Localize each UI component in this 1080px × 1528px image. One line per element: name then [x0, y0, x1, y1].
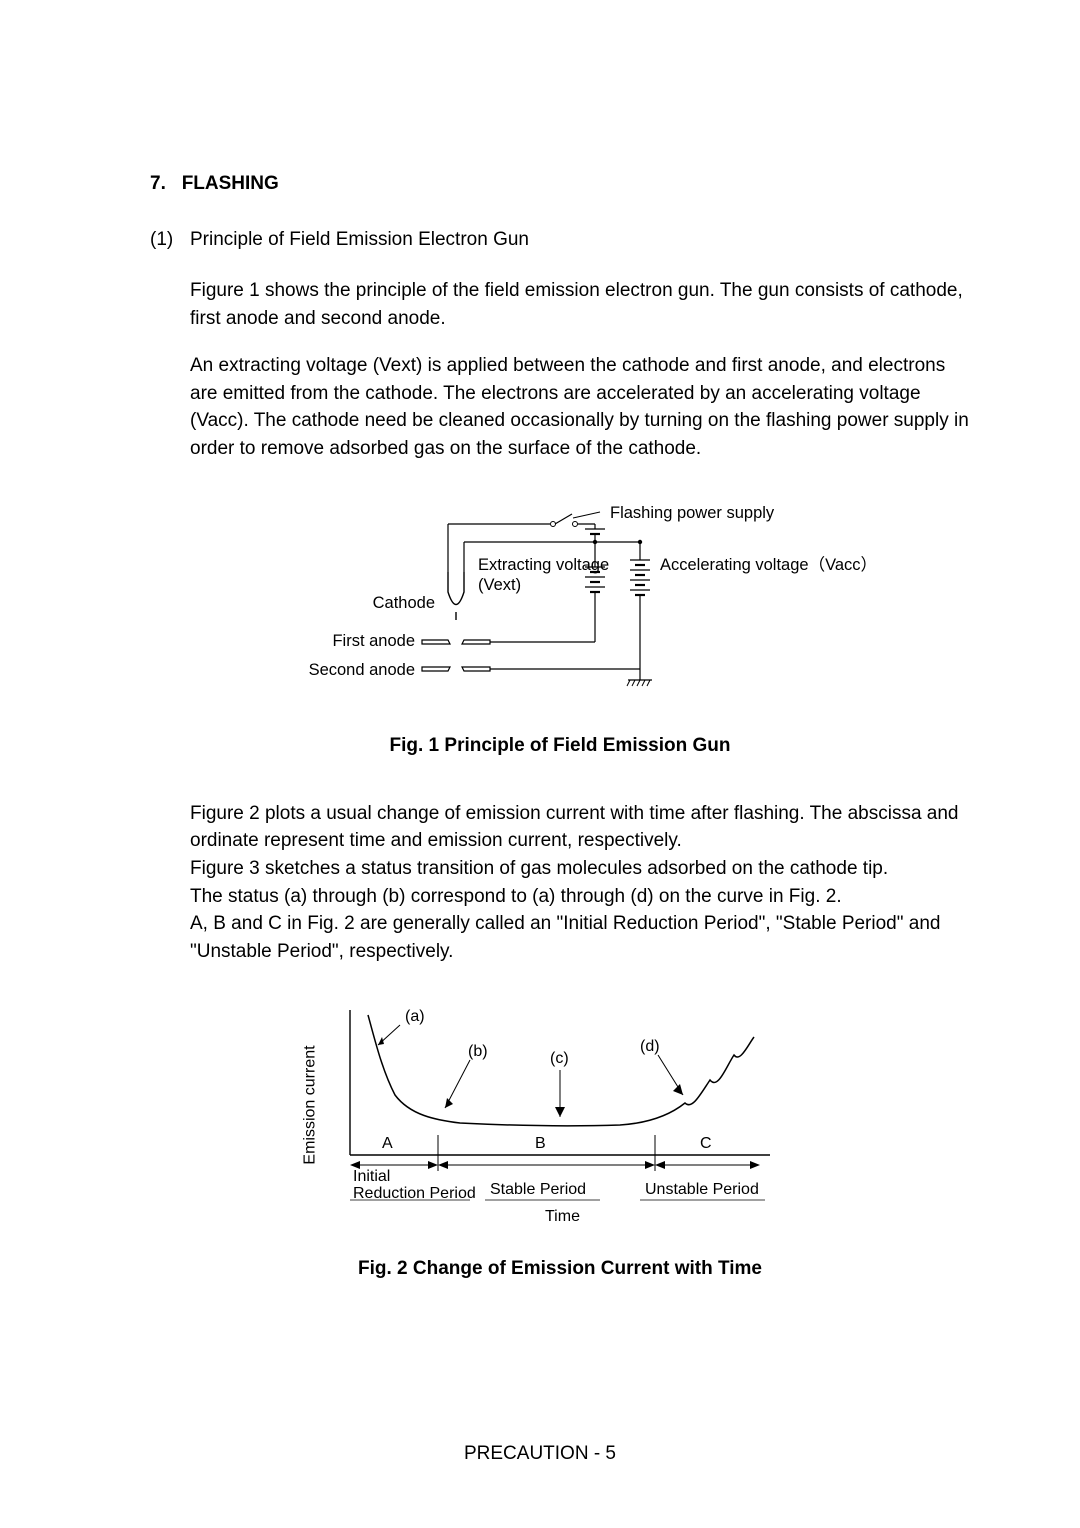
fig1-flashing-label: Flashing power supply: [610, 502, 774, 526]
fig1-cathode-label: Cathode: [373, 592, 435, 616]
section-num: 7.: [150, 173, 166, 194]
fig2-marker-d: (d): [640, 1035, 660, 1058]
para-6: A, B and C in Fig. 2 are generally calle…: [190, 910, 970, 965]
para-5: The status (a) through (b) correspond to…: [190, 883, 970, 911]
fig1-vext-label: (Vext): [478, 574, 521, 598]
para-2: An extracting voltage (Vext) is applied …: [190, 352, 970, 462]
section-heading: 7. FLASHING: [150, 170, 970, 198]
subitem-1-title: Principle of Field Emission Electron Gun: [190, 226, 529, 254]
figure-2: Emission current: [320, 985, 800, 1225]
fig2-initial-2: Reduction Period: [353, 1182, 476, 1205]
fig2-unstable: Unstable Period: [645, 1178, 759, 1201]
fig2-region-C: C: [700, 1132, 712, 1155]
fig2-time: Time: [545, 1205, 580, 1228]
fig2-region-B: B: [535, 1132, 546, 1155]
fig1-caption: Fig. 1 Principle of Field Emission Gun: [150, 732, 970, 760]
fig2-ylabel: Emission current: [298, 1046, 321, 1165]
fig1-first-anode-label: First anode: [332, 630, 415, 654]
fig1-accel-label: Accelerating voltage（Vacc）: [660, 554, 877, 578]
fig2-caption: Fig. 2 Change of Emission Current with T…: [150, 1255, 970, 1283]
fig2-marker-b: (b): [468, 1040, 488, 1063]
subitem-1: (1) Principle of Field Emission Electron…: [150, 226, 970, 254]
fig2-stable: Stable Period: [490, 1178, 586, 1201]
para-4: Figure 3 sketches a status transition of…: [190, 855, 970, 883]
figure-1: Flashing power supply Extracting voltage…: [240, 482, 880, 702]
fig1-second-anode-label: Second anode: [309, 659, 415, 683]
subitem-1-num: (1): [150, 226, 190, 254]
fig2-region-A: A: [382, 1132, 393, 1155]
para-1: Figure 1 shows the principle of the fiel…: [190, 277, 970, 332]
section-title: FLASHING: [182, 173, 279, 194]
fig2-marker-c: (c): [550, 1047, 569, 1070]
para-3: Figure 2 plots a usual change of emissio…: [190, 800, 970, 855]
page-footer: PRECAUTION - 5: [0, 1440, 1080, 1468]
fig2-marker-a: (a): [405, 1005, 425, 1028]
